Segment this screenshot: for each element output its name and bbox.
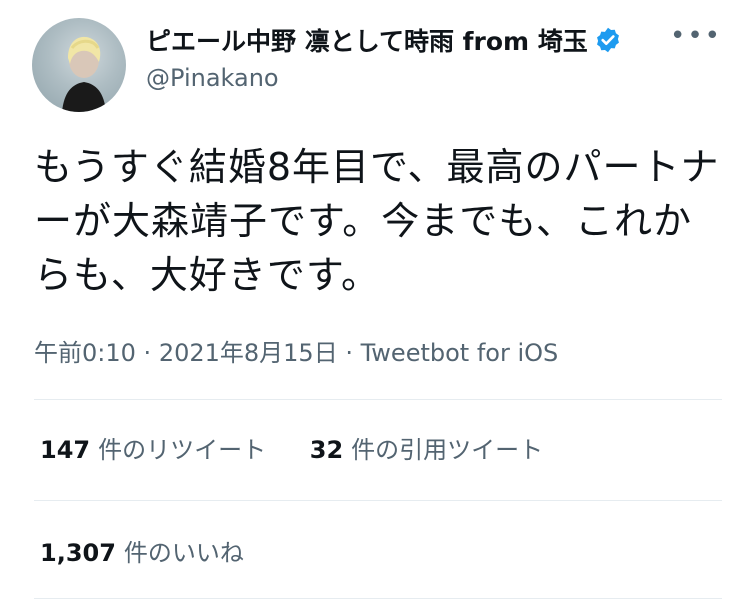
tweet-date[interactable]: 2021年8月15日 [159, 339, 338, 367]
tweet-header: ピエール中野 凛として時雨 from 埼玉 @Pinakano ••• [32, 14, 726, 114]
tweet-stats: 147 件のリツイート 32 件の引用ツイート [40, 430, 579, 465]
quotes-label: 件の引用ツイート [351, 436, 544, 464]
more-dots-icon[interactable]: ••• [670, 23, 722, 49]
tweet-text: もうすぐ結婚8年目で、最高のパートナーが大森靖子です。今までも、これからも、大好… [34, 145, 720, 297]
tweet-time[interactable]: 午前0:10 [34, 339, 136, 367]
likes-stat[interactable]: 1,307 件のいいね [40, 533, 244, 568]
display-name[interactable]: ピエール中野 凛として時雨 from 埼玉 [146, 22, 588, 58]
likes-label: 件のいいね [123, 539, 244, 567]
author-handle[interactable]: @Pinakano [146, 64, 666, 92]
tweet-meta: 午前0:10 · 2021年8月15日 · Tweetbot for iOS [34, 333, 558, 368]
retweets-count: 147 [40, 436, 91, 464]
avatar-photo [62, 36, 106, 112]
meta-separator: · [143, 339, 159, 367]
divider [34, 500, 722, 501]
avatar[interactable] [32, 18, 126, 112]
display-name-row[interactable]: ピエール中野 凛として時雨 from 埼玉 [146, 20, 666, 60]
divider [34, 598, 722, 599]
divider [34, 399, 722, 400]
meta-separator: · [345, 339, 361, 367]
verified-badge-icon [596, 27, 619, 53]
retweets-stat[interactable]: 147 件のリツイート [40, 430, 266, 465]
tweet-client[interactable]: Tweetbot for iOS [361, 339, 559, 367]
quotes-count: 32 [309, 436, 344, 464]
retweets-label: 件のリツイート [98, 436, 267, 464]
likes-count: 1,307 [40, 539, 116, 567]
quotes-stat[interactable]: 32 件の引用ツイート [310, 430, 543, 465]
author-names: ピエール中野 凛として時雨 from 埼玉 @Pinakano [146, 20, 666, 92]
